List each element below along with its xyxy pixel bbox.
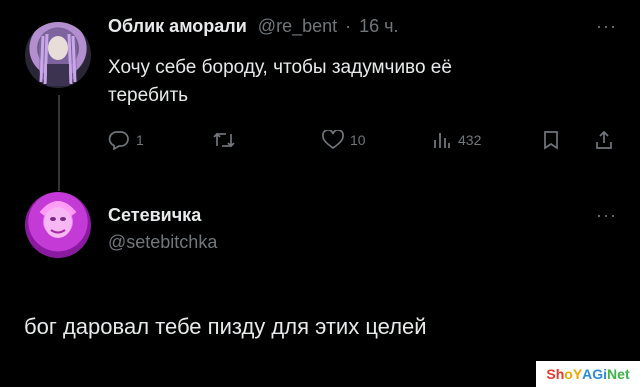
reply-button[interactable]: 1 bbox=[108, 130, 144, 150]
tweet1-text-line1: Хочу себе бороду, чтобы задумчиво её bbox=[108, 57, 452, 78]
views-button[interactable]: 432 bbox=[432, 130, 481, 150]
thread-connector-line bbox=[58, 95, 60, 191]
like-count: 10 bbox=[350, 132, 366, 148]
avatar-oblik[interactable] bbox=[25, 22, 91, 88]
views-bar-chart-icon bbox=[434, 133, 450, 148]
tweet2-handle[interactable]: @setebitchka bbox=[108, 232, 217, 253]
retweet-button[interactable] bbox=[212, 130, 242, 150]
tweet1-text-line2: теребить bbox=[108, 85, 189, 106]
bookmark-button[interactable] bbox=[542, 130, 560, 150]
views-count: 432 bbox=[458, 132, 482, 148]
bookmark-icon bbox=[544, 131, 558, 150]
tweet1-more-icon[interactable]: ··· bbox=[596, 16, 617, 37]
shoyagi-watermark-logo: Sh oY AGi Net bbox=[536, 361, 640, 387]
share-button[interactable] bbox=[594, 130, 614, 150]
watermark-part3: AGi bbox=[582, 366, 608, 382]
tweet1-header: Облик аморали @re_bent · 16 ч. bbox=[108, 16, 399, 37]
tweet2-more-icon[interactable]: ··· bbox=[596, 205, 617, 226]
avatar-setevichka[interactable] bbox=[25, 192, 91, 258]
watermark-part1: Sh bbox=[546, 366, 565, 382]
retweet-icon bbox=[213, 132, 235, 148]
tweet1-handle[interactable]: @re_bent bbox=[258, 16, 337, 36]
watermark-part4: Net bbox=[607, 366, 630, 382]
heart-icon bbox=[322, 130, 344, 150]
avatar-photo-icon bbox=[39, 28, 77, 86]
tweet1-separator: · bbox=[345, 16, 352, 36]
tweet2-text: бог даровал тебе пизду для этих целей bbox=[24, 314, 427, 339]
share-icon bbox=[596, 130, 612, 149]
tweet1-time[interactable]: 16 ч. bbox=[359, 16, 398, 36]
reply-count: 1 bbox=[136, 132, 144, 148]
tweet1-display-name[interactable]: Облик аморали bbox=[108, 16, 247, 36]
tweet2-display-name[interactable]: Сетевичка bbox=[108, 205, 201, 226]
reply-icon bbox=[108, 131, 129, 150]
avatar-photo-icon bbox=[39, 201, 77, 238]
watermark-part2: oY bbox=[564, 366, 583, 382]
like-button[interactable]: 10 bbox=[322, 130, 366, 150]
tweet1-text: Хочу себе бороду, чтобы задумчиво её тер… bbox=[108, 54, 452, 110]
